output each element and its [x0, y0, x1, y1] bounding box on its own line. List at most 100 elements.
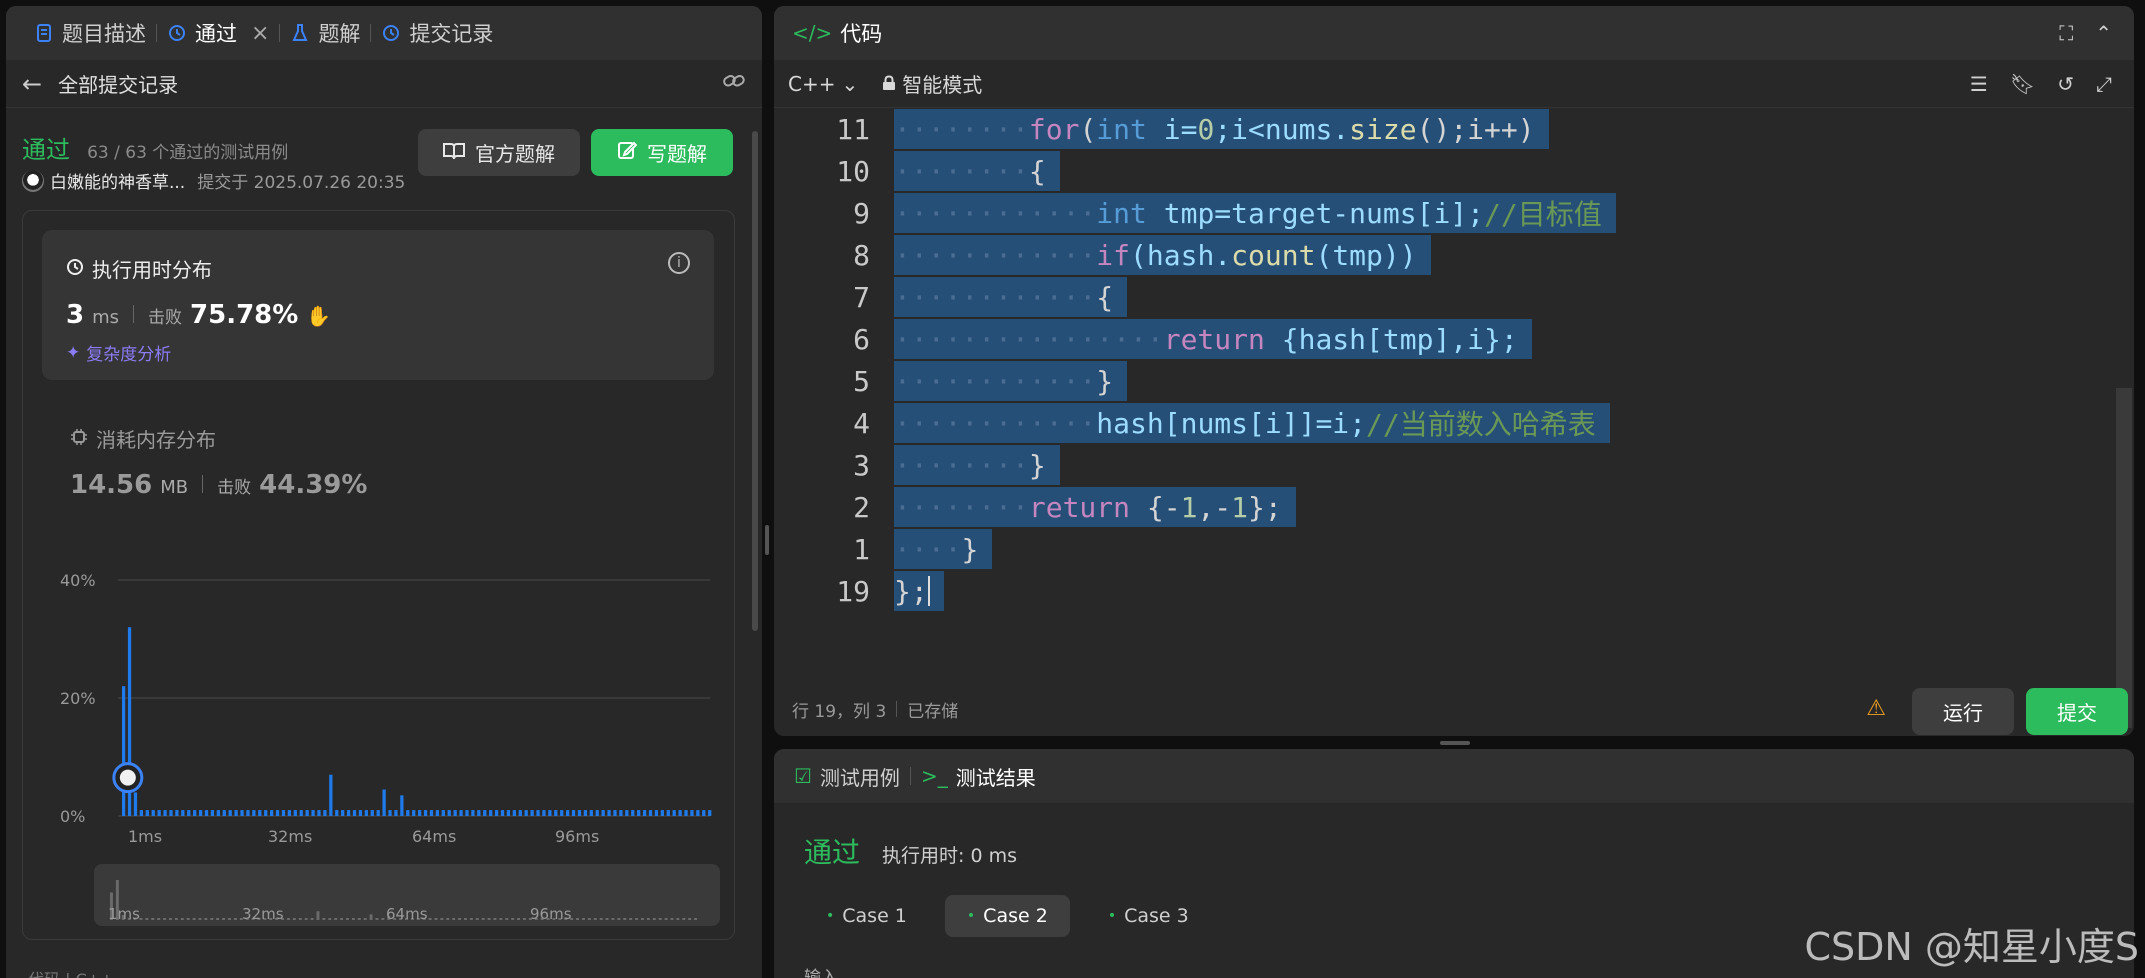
mini-chart-bar [599, 918, 603, 920]
line-number: 5 [853, 364, 870, 398]
code-token: }; [1248, 490, 1282, 524]
author-name[interactable]: 白嫩能的神香草... [50, 168, 185, 193]
panel-resize-handle[interactable] [765, 525, 769, 555]
chart-bar [566, 810, 570, 816]
line-content: ········} [894, 445, 1060, 485]
chart-bar [637, 810, 641, 816]
runtime-card[interactable]: 执行用时分布 i 3 ms 击败 75.78% ✋ ✦ 复杂度分析 [42, 230, 714, 380]
smart-mode-label: 智能模式 [902, 73, 983, 97]
tab-submissions[interactable]: 提交记录 [371, 6, 503, 60]
chart-bar [246, 810, 250, 816]
code-footer: 行 19，列 3 已存储 ⚠ 运行 提交 [774, 682, 2134, 736]
chart-bar [613, 810, 617, 816]
tab-passed[interactable]: 通过 × [157, 6, 279, 60]
chart-bar [400, 795, 404, 816]
back-arrow-icon[interactable]: ← [22, 70, 42, 98]
chart-bar [139, 810, 144, 816]
mini-chart-bar [198, 918, 202, 920]
run-button[interactable]: 运行 [1912, 688, 2014, 735]
code-token: 0 [1197, 112, 1215, 146]
case-tab-3[interactable]: • Case 3 [1086, 895, 1211, 937]
submitted-time: 提交于 2025.07.26 20:35 [197, 173, 406, 193]
range-selector-chart[interactable]: 1ms 32ms 64ms 96ms [94, 864, 720, 926]
case-label: Case 2 [983, 905, 1048, 927]
chart-bar [240, 810, 244, 816]
code-editor[interactable]: 11 ········ for(int i= 0 ;i<nums. size ();i++… [774, 108, 2134, 728]
chart-bar [198, 810, 203, 816]
line-number: 1 [853, 532, 870, 566]
bookmark-icon[interactable]: 🔖︎ [2010, 72, 2035, 96]
leetcode-workspace: 题目描述 通过 × 题解 提交记录 ← 全部提交记录 通过 63 / 63 个通… [0, 0, 2145, 978]
input-label: 输入 [804, 968, 838, 978]
tab-testcases[interactable]: ☑ 测试用例 [794, 762, 900, 791]
runtime-distribution-chart[interactable]: 40% 20% 0% 1ms 32ms 64ms 96ms [50, 560, 720, 860]
mini-chart-bar [611, 918, 615, 920]
line-content: ················ return {hash[tmp],i}; [894, 319, 1532, 359]
format-icon[interactable]: ☰ [1970, 72, 1988, 96]
avatar[interactable] [22, 169, 44, 192]
close-icon[interactable]: × [251, 21, 269, 46]
code-token: ;i<nums. [1214, 112, 1350, 146]
mini-chart-bar [180, 918, 184, 920]
chart-bar [352, 810, 357, 816]
chip-icon [70, 427, 88, 451]
reset-icon[interactable]: ↺ [2057, 72, 2074, 96]
submit-button[interactable]: 提交 [2026, 688, 2128, 735]
chart-bar [305, 810, 309, 816]
info-icon[interactable]: i [668, 252, 690, 274]
chart-bar [234, 810, 238, 816]
chart-bar [151, 810, 155, 816]
memory-title: 消耗内存分布 [96, 428, 216, 452]
chevron-up-icon[interactable]: ⌃ [2095, 21, 2112, 45]
expand-icon[interactable]: ⤢ [2096, 72, 2112, 96]
line-number: 3 [853, 448, 870, 482]
mini-chart-bar [434, 918, 438, 920]
mini-chart-bar [658, 918, 662, 920]
panel-resize-handle[interactable] [1440, 741, 1470, 745]
case-tab-1[interactable]: • Case 1 [804, 895, 929, 937]
editor-scrollbar[interactable] [2116, 388, 2132, 728]
link-icon[interactable] [722, 71, 746, 96]
tab-test-result[interactable]: >_ 测试结果 [921, 762, 1036, 791]
smart-mode-toggle[interactable]: 智能模式 [882, 69, 982, 98]
editor-tool-icons: ☰ 🔖︎ ↺ ⤢ [1970, 72, 2134, 96]
fullscreen-icon[interactable]: ⛶ [2059, 21, 2073, 45]
chart-bar [571, 810, 576, 816]
chart-bar [376, 810, 380, 816]
mini-chart-bar [192, 918, 196, 920]
chart-bar [210, 810, 215, 816]
chart-bar [382, 789, 386, 816]
tab-solutions[interactable]: 题解 [280, 6, 370, 60]
chart-bar [435, 810, 440, 816]
line-content: ············ hash[nums[i]]=i;//当前数入哈希表 [894, 403, 1610, 443]
runtime-beat-value: 75.78% [190, 300, 299, 330]
watermark: CSDN @知星小度S [1804, 925, 2139, 969]
chart-bar [157, 810, 161, 816]
mini-chart-bar [174, 918, 178, 920]
code-token: hash[nums[i]]=i; [1096, 406, 1367, 440]
chart-bar [388, 810, 392, 816]
memory-beat-value: 44.39% [259, 470, 368, 500]
case-tab-2[interactable]: • Case 2 [944, 895, 1070, 937]
line-content: ············ int tmp=target-nums[i];//目标值 [894, 193, 1616, 233]
memory-value-row: 14.56 MB 击败 44.39% [70, 470, 367, 500]
chart-bar [228, 810, 232, 816]
mini-chart-bar [298, 918, 302, 920]
pass-dot-icon: • [826, 908, 835, 924]
debug-icon[interactable]: ⚠ [1866, 696, 1886, 721]
official-solution-button[interactable]: 官方题解 [418, 129, 580, 176]
tab-description[interactable]: 题目描述 [24, 6, 156, 60]
language-label: C++ [788, 71, 836, 96]
document-icon [34, 23, 54, 43]
write-solution-button[interactable]: 写题解 [591, 129, 733, 176]
language-select[interactable]: C++ ⌄ [788, 72, 858, 96]
mini-chart-bar [452, 918, 456, 920]
complexity-analysis-link[interactable]: ✦ 复杂度分析 [66, 340, 171, 366]
left-scrollbar[interactable] [752, 131, 758, 631]
passed-cases: 63 / 63 个通过的测试用例 [87, 143, 289, 163]
chart-bar [418, 810, 422, 816]
chart-bar [258, 810, 262, 816]
runtime-unit: ms [92, 307, 120, 328]
memory-title-row[interactable]: 消耗内存分布 [70, 424, 216, 453]
chart-bar [441, 810, 445, 816]
